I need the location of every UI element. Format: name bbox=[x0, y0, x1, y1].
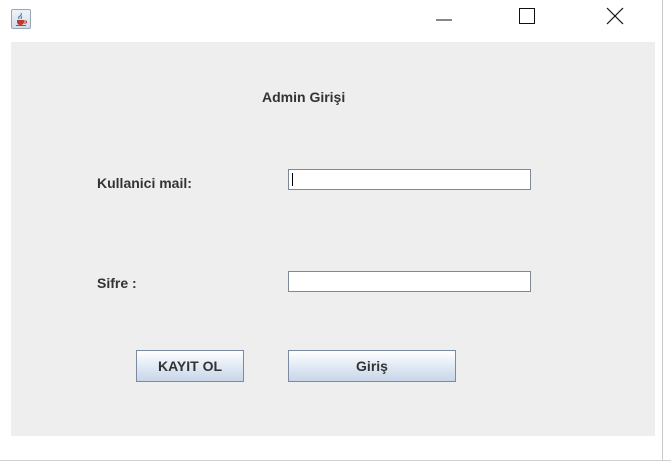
minimize-button[interactable] bbox=[421, 0, 467, 36]
maximize-icon bbox=[518, 7, 536, 30]
mail-label: Kullanici mail: bbox=[97, 175, 192, 191]
minimize-icon bbox=[435, 7, 453, 30]
register-button[interactable]: KAYIT OL bbox=[136, 350, 244, 382]
password-input[interactable] bbox=[288, 271, 531, 292]
close-button[interactable] bbox=[592, 0, 638, 36]
login-panel: Admin Girişi Kullanici mail: Sifre : KAY… bbox=[11, 42, 655, 436]
background-window-edge bbox=[662, 0, 671, 468]
password-label: Sifre : bbox=[97, 275, 137, 291]
maximize-button[interactable] bbox=[504, 0, 550, 36]
mail-input[interactable] bbox=[288, 169, 531, 190]
app-window: Admin Girişi Kullanici mail: Sifre : KAY… bbox=[0, 0, 660, 460]
login-button[interactable]: Giriş bbox=[288, 350, 456, 382]
close-icon bbox=[606, 7, 624, 30]
java-cup-icon[interactable] bbox=[11, 9, 31, 29]
form-title: Admin Girişi bbox=[262, 89, 346, 105]
title-bar[interactable] bbox=[0, 0, 660, 42]
